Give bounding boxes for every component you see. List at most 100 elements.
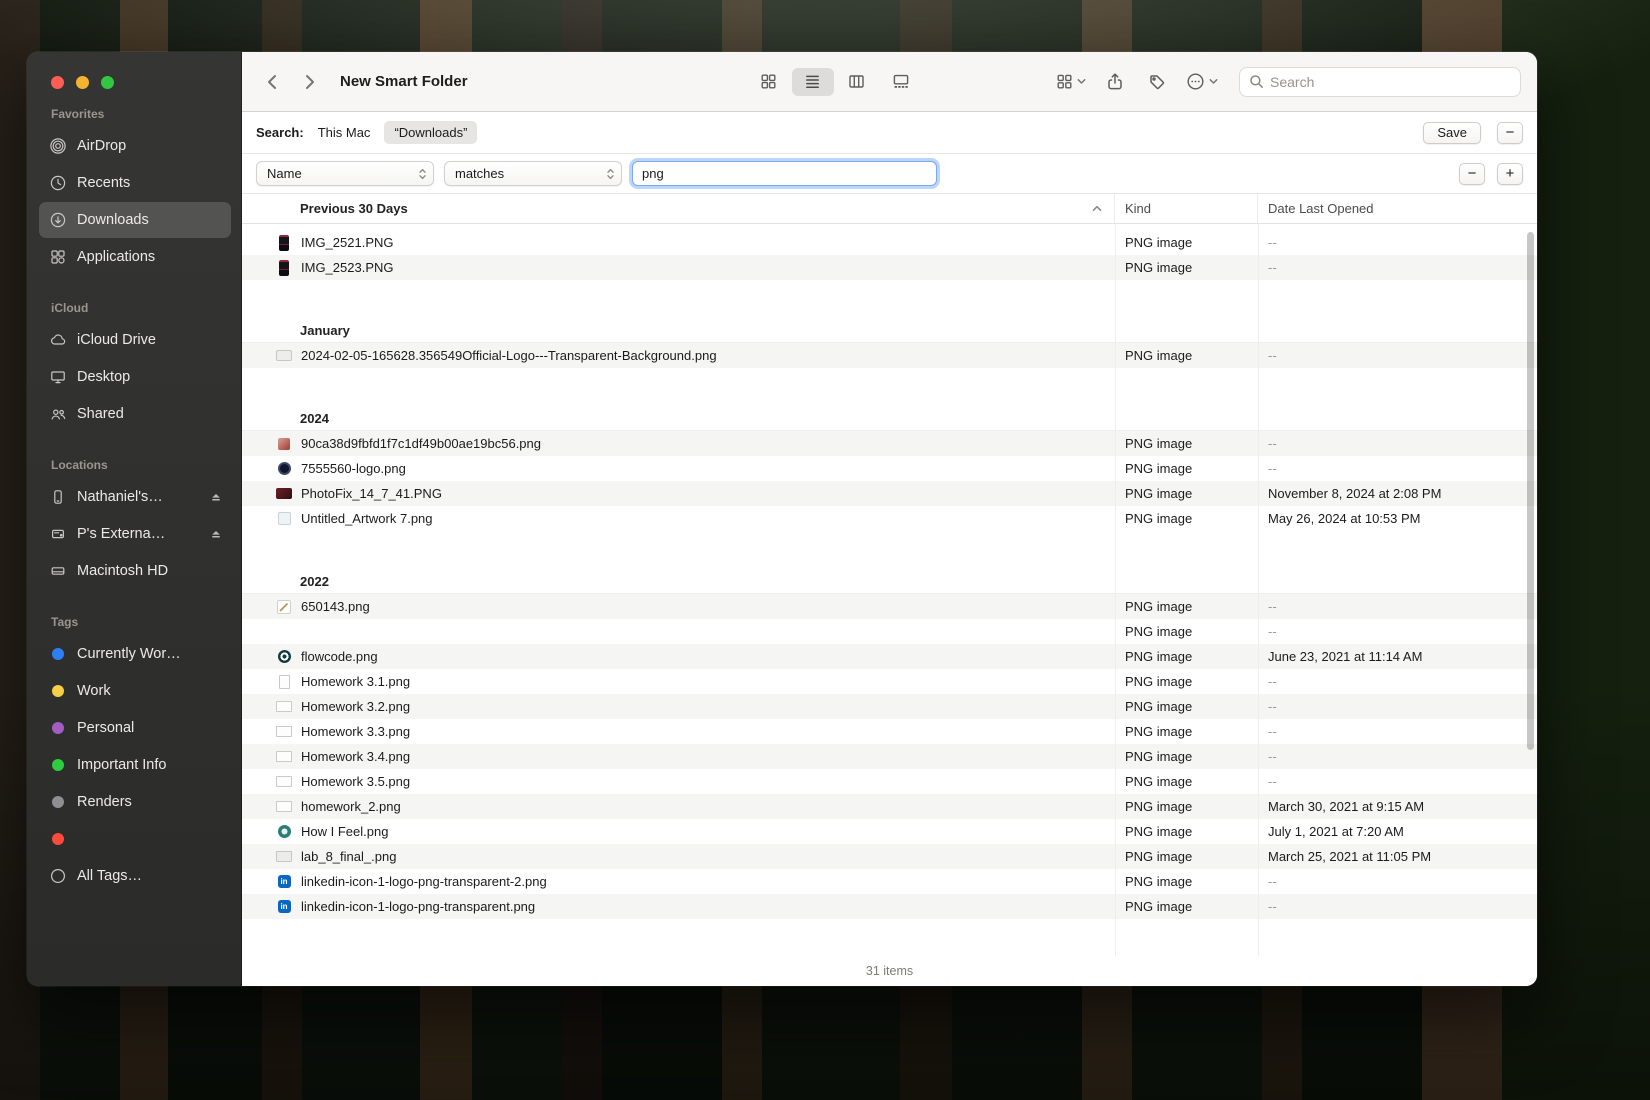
sidebar-item-shared[interactable]: Shared	[39, 396, 231, 432]
file-row[interactable]: 650143.pngPNG image--	[242, 594, 1537, 619]
file-row[interactable]: lab_8_final_.pngPNG imageMarch 25, 2021 …	[242, 844, 1537, 869]
minimize-button[interactable]	[76, 76, 89, 89]
file-thumbnail-doc-portrait	[276, 674, 292, 690]
group-column-header[interactable]: Previous 30 Days	[300, 201, 408, 216]
save-button[interactable]: Save	[1423, 122, 1481, 144]
icon-view-button[interactable]	[748, 68, 790, 96]
file-row[interactable]: 90ca38d9fbfd1f7c1df49b00ae19bc56.pngPNG …	[242, 431, 1537, 456]
eject-icon[interactable]	[209, 527, 223, 541]
search-input[interactable]	[1270, 74, 1511, 90]
file-row[interactable]: IMG_2523.PNGPNG image--	[242, 255, 1537, 280]
zoom-button[interactable]	[101, 76, 114, 89]
file-name: IMG_2523.PNG	[301, 260, 394, 275]
file-kind: PNG image	[1115, 486, 1258, 501]
sidebar-item-important-info[interactable]: Important Info	[39, 747, 231, 783]
column-view-button[interactable]	[836, 68, 878, 96]
sidebar-item-renders[interactable]: Renders	[39, 784, 231, 820]
scrollbar[interactable]	[1527, 232, 1534, 750]
close-button[interactable]	[51, 76, 64, 89]
clock-icon	[49, 175, 67, 191]
tag-color-dot	[52, 833, 64, 845]
sidebar-item-label: Work	[77, 683, 223, 699]
sidebar-item-desktop[interactable]: Desktop	[39, 359, 231, 395]
eject-icon[interactable]	[209, 490, 223, 504]
file-date-last-opened: --	[1258, 348, 1537, 363]
more-actions-button[interactable]	[1181, 68, 1223, 96]
file-name: linkedin-icon-1-logo-png-transparent.png	[301, 899, 535, 914]
file-row[interactable]: PNG image--	[242, 619, 1537, 644]
sidebar-section-icloud: iCloudiCloud DriveDesktopShared	[27, 301, 241, 432]
file-row[interactable]: flowcode.pngPNG imageJune 23, 2021 at 11…	[242, 644, 1537, 669]
sidebar-item-nathaniel-s[interactable]: Nathaniel's…	[39, 479, 231, 515]
file-name: 90ca38d9fbfd1f7c1df49b00ae19bc56.png	[301, 436, 541, 451]
gallery-view-button[interactable]	[880, 68, 922, 96]
file-name-cell: How I Feel.png	[242, 824, 1115, 840]
collapse-search-button[interactable]: −	[1497, 122, 1523, 144]
forward-button[interactable]	[294, 67, 324, 97]
group-header: 2022	[242, 569, 1537, 594]
sidebar-item-applications[interactable]: Applications	[39, 239, 231, 275]
back-button[interactable]	[258, 67, 288, 97]
gallery-view-icon	[892, 73, 910, 90]
sidebar-item-icloud-drive[interactable]: iCloud Drive	[39, 322, 231, 358]
scope-downloads[interactable]: “Downloads”	[384, 121, 477, 144]
file-row[interactable]: inlinkedin-icon-1-logo-png-transparent-2…	[242, 869, 1537, 894]
attribute-select[interactable]: Name	[256, 161, 434, 186]
sidebar-item-label: Personal	[77, 720, 223, 736]
kind-column-header[interactable]: Kind	[1115, 194, 1258, 223]
file-row[interactable]: PhotoFix_14_7_41.PNGPNG imageNovember 8,…	[242, 481, 1537, 506]
sidebar-item-downloads[interactable]: Downloads	[39, 202, 231, 238]
sidebar-item-work[interactable]: Work	[39, 673, 231, 709]
file-row[interactable]: Homework 3.1.pngPNG image--	[242, 669, 1537, 694]
search-scope-label: Search:	[256, 125, 304, 140]
file-row[interactable]: 2024-02-05-165628.356549Official-Logo---…	[242, 343, 1537, 368]
sidebar-item-red-tag[interactable]	[39, 821, 231, 857]
toolbar-search[interactable]	[1239, 67, 1521, 97]
file-kind: PNG image	[1115, 599, 1258, 614]
column-separator	[1115, 224, 1116, 956]
tag-color-dot	[52, 722, 64, 734]
file-row[interactable]: inlinkedin-icon-1-logo-png-transparent.p…	[242, 894, 1537, 919]
file-thumbnail-sheet-light	[276, 849, 292, 865]
sidebar-item-all-tags[interactable]: All Tags…	[39, 858, 231, 894]
sidebar-item-macintosh-hd[interactable]: Macintosh HD	[39, 553, 231, 589]
file-row[interactable]: Homework 3.2.pngPNG image--	[242, 694, 1537, 719]
file-date-last-opened: --	[1258, 461, 1537, 476]
file-row[interactable]: Homework 3.5.pngPNG image--	[242, 769, 1537, 794]
file-row[interactable]: Untitled_Artwork 7.pngPNG imageMay 26, 2…	[242, 506, 1537, 531]
sidebar-section-locations: LocationsNathaniel's…P's Externa…Macinto…	[27, 458, 241, 589]
file-row[interactable]: Homework 3.4.pngPNG image--	[242, 744, 1537, 769]
sort-ascending-icon[interactable]	[1092, 205, 1102, 212]
sidebar-item-currently-wor[interactable]: Currently Wor…	[39, 636, 231, 672]
file-name-cell	[242, 624, 1115, 640]
sidebar-item-label: Renders	[77, 794, 223, 810]
file-kind: PNG image	[1115, 724, 1258, 739]
add-criteria-button[interactable]: +	[1497, 163, 1523, 185]
date-column-header[interactable]: Date Last Opened	[1258, 194, 1537, 223]
file-name-cell: Homework 3.4.png	[242, 749, 1115, 765]
sidebar-item-recents[interactable]: Recents	[39, 165, 231, 201]
list-view-button[interactable]	[792, 68, 834, 96]
remove-criteria-button[interactable]: −	[1459, 163, 1485, 185]
sidebar-section-tags: TagsCurrently Wor…WorkPersonalImportant …	[27, 615, 241, 894]
sidebar-item-personal[interactable]: Personal	[39, 710, 231, 746]
file-row[interactable]: Homework 3.3.pngPNG image--	[242, 719, 1537, 744]
file-list-container: IMG_2521.PNGPNG image--IMG_2523.PNGPNG i…	[242, 224, 1537, 956]
share-button[interactable]	[1097, 68, 1133, 96]
file-row[interactable]: homework_2.pngPNG imageMarch 30, 2021 at…	[242, 794, 1537, 819]
file-row[interactable]: IMG_2521.PNGPNG image--	[242, 230, 1537, 255]
sidebar-item-p-s-externa[interactable]: P's Externa…	[39, 516, 231, 552]
list-section: January2024-02-05-165628.356549Official-…	[242, 318, 1537, 368]
file-row[interactable]: 7555560-logo.pngPNG image--	[242, 456, 1537, 481]
file-thumbnail-screenshot-dark	[276, 235, 292, 251]
tag-dot	[49, 648, 67, 660]
file-name: Homework 3.1.png	[301, 674, 410, 689]
file-row[interactable]: How I Feel.pngPNG imageJuly 1, 2021 at 7…	[242, 819, 1537, 844]
scope-this-mac[interactable]: This Mac	[312, 121, 377, 144]
group-button[interactable]	[1051, 68, 1091, 96]
sidebar-item-airdrop[interactable]: AirDrop	[39, 128, 231, 164]
tag-button[interactable]	[1139, 68, 1175, 96]
operator-select[interactable]: matches	[444, 161, 622, 186]
sidebar-item-label: All Tags…	[77, 868, 223, 884]
filter-query-input[interactable]	[632, 161, 937, 186]
